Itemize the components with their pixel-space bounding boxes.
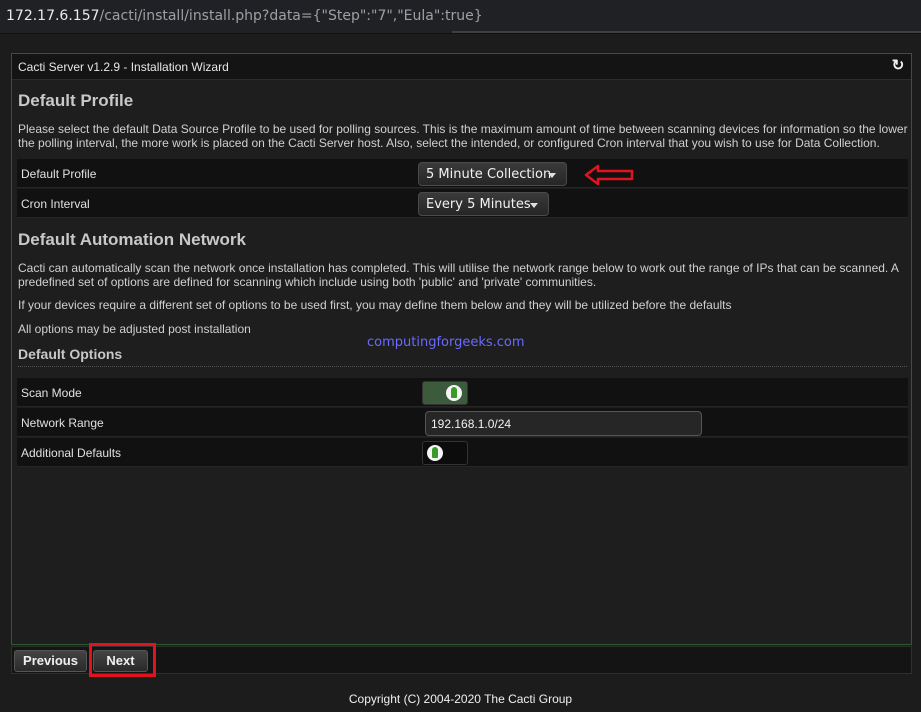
url-path: /cacti/install/install.php?data={"Step":… [99, 8, 483, 24]
cron-interval-select-value: Every 5 Minutes [426, 197, 531, 212]
copyright-footer: Copyright (C) 2004-2020 The Cacti Group [348, 692, 573, 706]
default-profile-row: Default Profile 5 Minute Collection [17, 159, 908, 188]
additional-defaults-label: Additional Defaults [21, 446, 122, 460]
default-profile-label: Default Profile [21, 167, 97, 181]
additional-defaults-row: Additional Defaults [17, 438, 908, 467]
refresh-icon[interactable]: ↻ [889, 57, 907, 75]
installation-wizard-panel: Cacti Server v1.2.9 - Installation Wizar… [11, 53, 912, 645]
default-profile-heading: Default Profile [18, 91, 134, 110]
automation-network-heading: Default Automation Network [18, 230, 246, 249]
previous-button[interactable]: Previous [14, 650, 87, 672]
automation-note-devices: If your devices require a different set … [18, 298, 732, 312]
chevron-down-icon [548, 173, 556, 178]
default-profile-select-value: 5 Minute Collection [426, 167, 552, 182]
default-profile-description: Please select the default Data Source Pr… [18, 122, 908, 150]
scan-mode-row: Scan Mode [17, 378, 908, 407]
red-arrow-annotation-icon [584, 164, 634, 186]
network-range-row: Network Range 192.168.1.0/24 [17, 408, 908, 437]
network-range-input[interactable]: 192.168.1.0/24 [425, 411, 702, 436]
chevron-down-icon [530, 203, 538, 208]
leaf-icon [451, 387, 457, 398]
automation-note-adjust: All options may be adjusted post install… [18, 322, 251, 336]
cron-interval-row: Cron Interval Every 5 Minutes [17, 189, 908, 218]
url-host: 172.17.6.157 [6, 8, 100, 24]
url-text[interactable]: 172.17.6.157/cacti/install/install.php?d… [6, 8, 483, 24]
cron-interval-label: Cron Interval [21, 197, 90, 211]
leaf-icon [432, 447, 438, 458]
scan-mode-label: Scan Mode [21, 386, 82, 400]
toggle-knob [427, 445, 443, 461]
default-options-heading: Default Options [18, 346, 123, 362]
watermark-text: computingforgeeks.com [367, 335, 525, 350]
cron-interval-select[interactable]: Every 5 Minutes [418, 192, 549, 216]
additional-defaults-toggle[interactable] [422, 441, 468, 465]
next-button-highlight-annotation [89, 643, 156, 677]
automation-network-description: Cacti can automatically scan the network… [18, 261, 899, 289]
default-profile-select[interactable]: 5 Minute Collection [418, 162, 567, 186]
scan-mode-toggle[interactable] [422, 381, 468, 405]
browser-address-bar[interactable]: 172.17.6.157/cacti/install/install.php?d… [0, 0, 921, 34]
toggle-knob [446, 385, 462, 401]
address-bar-divider [452, 31, 921, 33]
dotted-divider [18, 366, 907, 367]
wizard-title: Cacti Server v1.2.9 - Installation Wizar… [18, 60, 229, 74]
wizard-titlebar: Cacti Server v1.2.9 - Installation Wizar… [12, 54, 911, 80]
network-range-label: Network Range [21, 416, 104, 430]
